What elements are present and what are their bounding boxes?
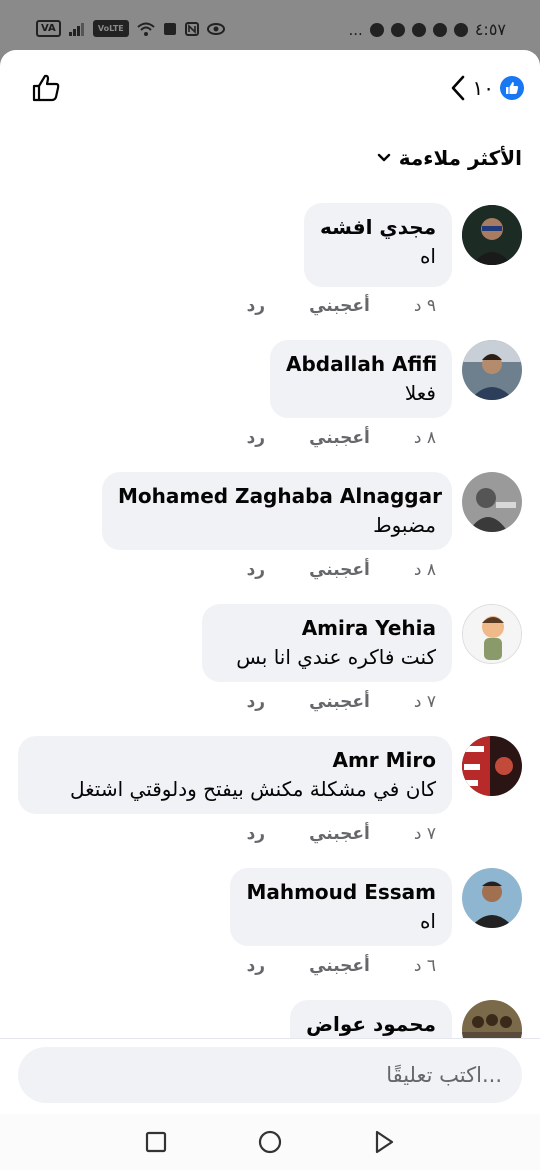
comment-text: اه bbox=[419, 244, 436, 268]
comment-author[interactable]: Mohamed Zaghaba Alnaggar bbox=[118, 482, 442, 510]
home-icon[interactable] bbox=[256, 1128, 284, 1156]
recents-icon[interactable] bbox=[142, 1128, 170, 1156]
comment-bubble[interactable]: Mohamed Zaghaba Alnaggar مضبوط bbox=[102, 472, 452, 550]
notification-icon-1 bbox=[369, 22, 384, 37]
status-left-group: VA VoLTE bbox=[36, 20, 225, 37]
reactions-summary[interactable]: ١٠ bbox=[449, 74, 524, 102]
nfc-icon bbox=[184, 21, 199, 36]
reply-link[interactable]: رد bbox=[247, 428, 266, 448]
comments-sheet: ١٠ الأكثر ملاءمة مجدي افشه اه ٩ د أعجبني… bbox=[0, 50, 540, 1114]
comment-author[interactable]: Abdallah Afifi bbox=[286, 350, 437, 378]
comment-author[interactable]: محمود عواض bbox=[306, 1010, 436, 1038]
like-link[interactable]: أعجبني bbox=[309, 428, 370, 448]
comment-actions: ٩ د أعجبني رد bbox=[247, 296, 436, 316]
comment-composer: اكتب تعليقًا... bbox=[0, 1038, 540, 1114]
avatar[interactable] bbox=[462, 205, 522, 265]
avatar[interactable] bbox=[462, 736, 522, 796]
reply-link[interactable]: رد bbox=[247, 692, 266, 712]
status-badge: VA bbox=[36, 20, 61, 37]
chevron-down-icon bbox=[377, 153, 390, 162]
like-link[interactable]: أعجبني bbox=[309, 560, 370, 580]
comment-bubble[interactable]: مجدي افشه اه bbox=[304, 203, 452, 287]
wifi-icon bbox=[137, 22, 155, 36]
comment-author[interactable]: Mahmoud Essam bbox=[246, 878, 436, 906]
volte-badge: VoLTE bbox=[92, 20, 129, 37]
comment-time: ٨ د bbox=[413, 560, 436, 580]
chevron-left-icon[interactable] bbox=[449, 74, 467, 102]
comment-text: اه bbox=[419, 909, 436, 933]
like-link[interactable]: أعجبني bbox=[309, 956, 370, 976]
comment-text: مضبوط bbox=[373, 513, 436, 537]
comment-bubble[interactable]: Abdallah Afifi فعلا bbox=[270, 340, 452, 418]
comment-text: فعلا bbox=[404, 381, 436, 405]
comment-actions: ٧ د أعجبني رد bbox=[247, 824, 436, 844]
comment-time: ٧ د bbox=[413, 692, 436, 712]
comment-time: ٨ د bbox=[413, 428, 436, 448]
comment-text: كان في مشكلة مكنش بيفتح ودلوقتي اشتغل bbox=[70, 777, 436, 801]
comment-actions: ٦ د أعجبني رد bbox=[247, 956, 436, 976]
comment-actions: ٧ د أعجبني رد bbox=[247, 692, 436, 712]
reply-link[interactable]: رد bbox=[247, 560, 266, 580]
like-outline-icon[interactable] bbox=[30, 72, 62, 104]
comment-author[interactable]: Amr Miro bbox=[34, 746, 436, 774]
comment-actions: ٨ د أعجبني رد bbox=[247, 428, 436, 448]
reply-link[interactable]: رد bbox=[247, 296, 266, 316]
comment-bubble[interactable]: Mahmoud Essam اه bbox=[230, 868, 452, 946]
reaction-count: ١٠ bbox=[472, 76, 494, 100]
signal-icon bbox=[68, 22, 84, 36]
like-reaction-icon bbox=[500, 76, 524, 100]
comment-actions: ٨ د أعجبني رد bbox=[247, 560, 436, 580]
comment-text: كنت فاكره عندي انا بس bbox=[236, 645, 436, 669]
comment-bubble[interactable]: Amr Miro كان في مشكلة مكنش بيفتح ودلوقتي… bbox=[18, 736, 452, 814]
comment-time: ٩ د bbox=[413, 296, 436, 316]
back-icon[interactable] bbox=[370, 1128, 398, 1156]
comment-time: ٧ د bbox=[413, 824, 436, 844]
like-link[interactable]: أعجبني bbox=[309, 692, 370, 712]
reply-link[interactable]: رد bbox=[247, 824, 266, 844]
avatar[interactable] bbox=[462, 604, 522, 664]
whatsapp-icon bbox=[453, 22, 468, 37]
sort-label: الأكثر ملاءمة bbox=[398, 146, 522, 170]
status-bar: VA VoLTE ... ٤:٥٧ bbox=[0, 0, 540, 56]
notification-icon-2 bbox=[390, 22, 405, 37]
comment-author[interactable]: مجدي افشه bbox=[320, 213, 436, 241]
avatar[interactable] bbox=[462, 472, 522, 532]
like-link[interactable]: أعجبني bbox=[309, 824, 370, 844]
notification-icon-3 bbox=[432, 22, 447, 37]
comment-author[interactable]: Amira Yehia bbox=[218, 614, 436, 642]
avatar[interactable] bbox=[462, 340, 522, 400]
status-right-group: ... ٤:٥٧ bbox=[349, 20, 506, 39]
avatar[interactable] bbox=[462, 868, 522, 928]
reply-link[interactable]: رد bbox=[247, 956, 266, 976]
comment-time: ٦ د bbox=[413, 956, 436, 976]
gallery-icon bbox=[163, 22, 176, 35]
sort-selector[interactable]: الأكثر ملاءمة bbox=[377, 146, 522, 170]
messenger-icon bbox=[411, 22, 426, 37]
system-nav-bar bbox=[0, 1114, 540, 1170]
clock: ٤:٥٧ bbox=[474, 20, 506, 39]
comment-input[interactable]: اكتب تعليقًا... bbox=[18, 1047, 522, 1103]
comment-bubble[interactable]: Amira Yehia كنت فاكره عندي انا بس bbox=[202, 604, 452, 682]
sheet-header: ١٠ bbox=[0, 50, 540, 126]
more-notifications: ... bbox=[348, 20, 363, 39]
like-link[interactable]: أعجبني bbox=[309, 296, 370, 316]
eye-icon bbox=[206, 22, 225, 35]
